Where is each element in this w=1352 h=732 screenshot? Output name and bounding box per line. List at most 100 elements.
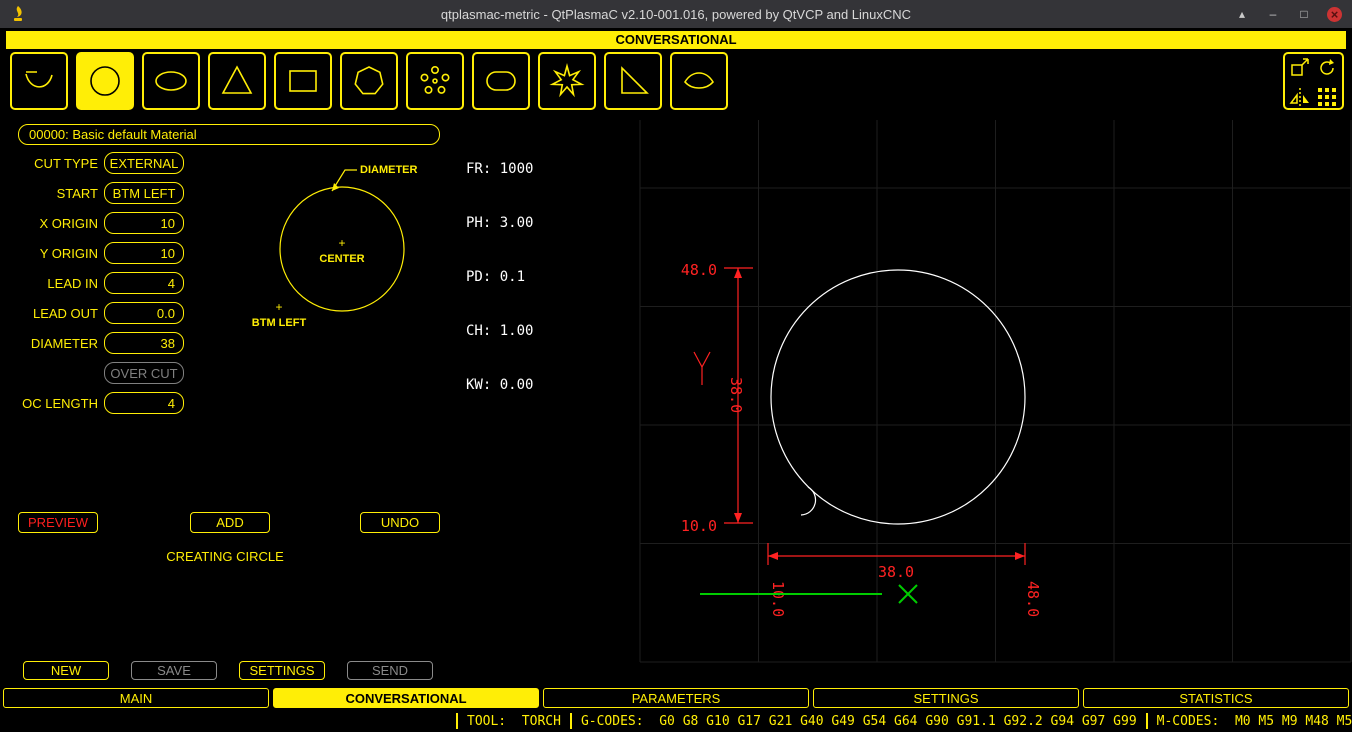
scale-icon[interactable]: [1288, 56, 1312, 85]
cut-path-circle: [771, 270, 1025, 524]
add-button[interactable]: ADD: [190, 512, 270, 533]
statusbar: TOOL: TORCH G-CODES: G0 G8 G10 G17 G21 G…: [0, 710, 1352, 732]
shape-triangle-button[interactable]: [208, 52, 266, 110]
material-combobox[interactable]: 00000: Basic default Material: [18, 124, 440, 145]
dim-circle-dia-horizontal: 38.0: [878, 563, 914, 581]
main-tab-bar: MAIN CONVERSATIONAL PARAMETERS SETTINGS …: [3, 688, 1349, 708]
diagram-center-label: CENTER: [319, 253, 364, 265]
gcodes-label: G-CODES:: [581, 714, 644, 729]
shape-polygon-button[interactable]: [340, 52, 398, 110]
shape-rectangle-button[interactable]: [274, 52, 332, 110]
shape-ellipse-button[interactable]: [142, 52, 200, 110]
tool-value: TORCH: [522, 714, 561, 729]
grid-lines: [640, 120, 1351, 662]
preview-plot-area[interactable]: 48.0 10.0 38.0 38.0 10.0 48.0 FR: 1000 P…: [455, 115, 1352, 683]
diameter-input[interactable]: [104, 332, 184, 354]
star-icon: [547, 61, 587, 101]
dim-bottom-origin: 10.0: [769, 581, 787, 617]
conversational-banner: CONVERSATIONAL: [6, 31, 1346, 49]
cut-type-button[interactable]: EXTERNAL: [104, 152, 184, 174]
lead-in-input[interactable]: [104, 272, 184, 294]
lead-out-input[interactable]: [104, 302, 184, 324]
shape-bolt-circle-button[interactable]: [406, 52, 464, 110]
rectangle-icon: [283, 61, 323, 101]
transform-tools-box: [1283, 52, 1344, 110]
cut-parameters-readout: FR: 1000 PH: 3.00 PD: 0.1 CH: 1.00 KW: 0…: [466, 124, 533, 430]
diagram-btmleft-cross: +: [275, 300, 282, 314]
minimize-window-icon[interactable]: –: [1265, 6, 1281, 22]
send-button[interactable]: SEND: [347, 661, 433, 680]
tab-settings[interactable]: SETTINGS: [813, 688, 1079, 708]
mcodes-value: M0 M5 M9 M48 M52 M53: [1235, 714, 1352, 729]
oc-length-label: OC LENGTH: [0, 396, 98, 412]
slot-icon: [481, 61, 521, 101]
circle-help-diagram: DIAMETER + CENTER + BTM LEFT: [205, 150, 450, 340]
statusbar-separator: [456, 713, 458, 729]
start-position-button[interactable]: BTM LEFT: [104, 182, 184, 204]
gcodes-value: G0 G8 G10 G17 G21 G40 G49 G54 G64 G90 G9…: [659, 714, 1136, 729]
titlebar: qtplasmac-metric - QtPlasmaC v2.10-001.0…: [0, 0, 1352, 28]
diagram-center-cross: +: [338, 236, 345, 250]
shape-sector-button[interactable]: [670, 52, 728, 110]
gusset-icon: [613, 61, 653, 101]
x-origin-label: X ORIGIN: [0, 216, 98, 232]
y-origin-input[interactable]: [104, 242, 184, 264]
preview-plot: 48.0 10.0 38.0 38.0 10.0 48.0: [455, 115, 1352, 683]
array-icon[interactable]: [1315, 85, 1339, 114]
readout-feed-rate: FR: 1000: [466, 160, 533, 178]
undo-button[interactable]: UNDO: [360, 512, 440, 533]
diagram-diameter-label: DIAMETER: [360, 164, 418, 176]
tab-statistics[interactable]: STATISTICS: [1083, 688, 1349, 708]
restore-window-icon[interactable]: □: [1296, 6, 1312, 22]
new-button[interactable]: NEW: [23, 661, 109, 680]
oc-length-input[interactable]: [104, 392, 184, 414]
shape-star-button[interactable]: [538, 52, 596, 110]
lead-in-label: LEAD IN: [0, 276, 98, 292]
readout-kerf-width: KW: 0.00: [466, 376, 533, 394]
y-origin-label: Y ORIGIN: [0, 246, 98, 262]
window-title: qtplasmac-metric - QtPlasmaC v2.10-001.0…: [0, 7, 1352, 22]
cut-type-label: CUT TYPE: [0, 156, 98, 172]
bolt-circle-icon: [415, 61, 455, 101]
over-cut-button[interactable]: OVER CUT: [104, 362, 184, 384]
lead-out-label: LEAD OUT: [0, 306, 98, 322]
save-button[interactable]: SAVE: [131, 661, 217, 680]
mcodes-label: M-CODES:: [1157, 714, 1220, 729]
readout-pierce-delay: PD: 0.1: [466, 268, 533, 286]
app-icon: [9, 5, 27, 23]
statusbar-separator: [570, 713, 572, 729]
shape-line-arc-button[interactable]: [10, 52, 68, 110]
tab-conversational[interactable]: CONVERSATIONAL: [273, 688, 539, 708]
dim-left-height: 48.0: [681, 261, 717, 279]
diagram-btmleft-label: BTM LEFT: [252, 317, 307, 329]
sector-icon: [679, 61, 719, 101]
polygon-icon: [349, 61, 389, 101]
circle-icon: [85, 61, 125, 101]
settings-button[interactable]: SETTINGS: [239, 661, 325, 680]
shade-window-icon[interactable]: ▴: [1234, 6, 1250, 22]
tab-main[interactable]: MAIN: [3, 688, 269, 708]
x-origin-input[interactable]: [104, 212, 184, 234]
tab-parameters[interactable]: PARAMETERS: [543, 688, 809, 708]
dim-circle-dia-vertical: 38.0: [727, 377, 745, 413]
preview-button[interactable]: PREVIEW: [18, 512, 98, 533]
statusbar-separator: [1146, 713, 1148, 729]
line-arc-icon: [19, 61, 59, 101]
triangle-icon: [217, 61, 257, 101]
window-controls: ▴ – □ ×: [1234, 0, 1342, 28]
close-window-icon[interactable]: ×: [1327, 7, 1342, 22]
qtplasmac-window: qtplasmac-metric - QtPlasmaC v2.10-001.0…: [0, 0, 1352, 732]
start-label: START: [0, 186, 98, 202]
tool-label: TOOL:: [467, 714, 506, 729]
shape-circle-button[interactable]: [76, 52, 134, 110]
dim-left-origin: 10.0: [681, 517, 717, 535]
shape-slot-button[interactable]: [472, 52, 530, 110]
rotate-icon[interactable]: [1315, 56, 1339, 85]
creating-status-label: CREATING CIRCLE: [100, 549, 350, 564]
shape-gusset-button[interactable]: [604, 52, 662, 110]
diameter-label: DIAMETER: [0, 336, 98, 352]
ellipse-icon: [151, 61, 191, 101]
readout-cut-height: CH: 1.00: [466, 322, 533, 340]
dimension-lines: [694, 268, 1025, 565]
mirror-icon[interactable]: [1288, 85, 1312, 114]
